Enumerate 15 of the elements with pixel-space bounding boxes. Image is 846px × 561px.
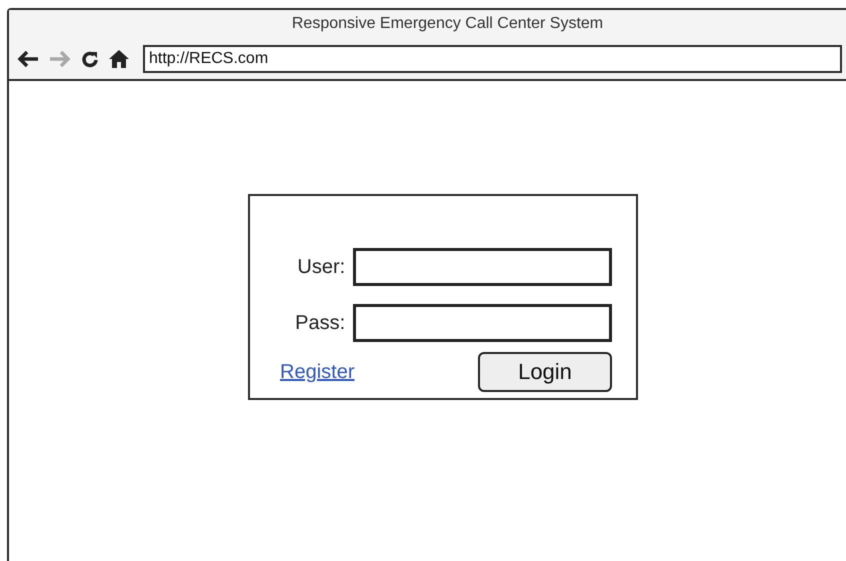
register-link[interactable]: Register xyxy=(280,360,354,384)
input-field[interactable] xyxy=(353,248,612,286)
back-arrow-icon xyxy=(17,50,39,68)
back-button[interactable] xyxy=(17,50,39,68)
home-button[interactable] xyxy=(109,50,129,68)
home-icon xyxy=(109,50,129,68)
field-label: User: xyxy=(296,256,346,278)
forward-arrow-icon xyxy=(49,50,71,68)
input-field[interactable] xyxy=(353,304,612,342)
reload-button[interactable] xyxy=(81,50,99,68)
reload-icon xyxy=(81,50,99,68)
login-button[interactable]: Login xyxy=(478,352,612,392)
address-field[interactable]: http://RECS.com xyxy=(143,45,842,73)
window-title: Responsive Emergency Call Center System xyxy=(290,14,604,34)
field-label: Pass: xyxy=(294,312,346,334)
